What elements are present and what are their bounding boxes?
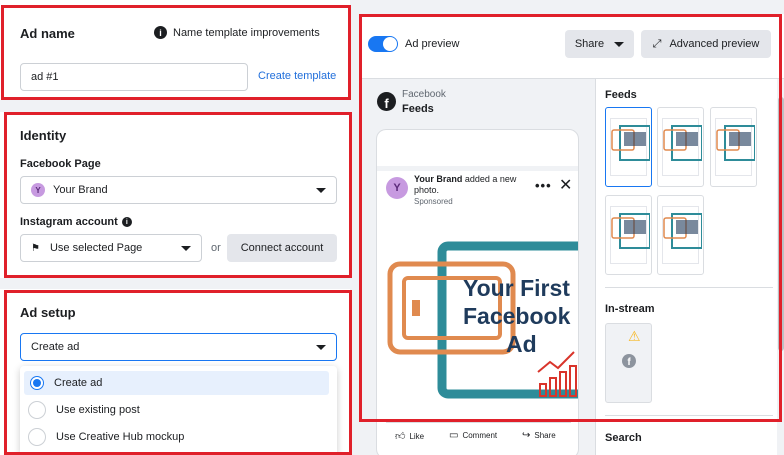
comment-icon: ▭ (449, 430, 459, 441)
comment-button[interactable]: ▭ Comment (449, 430, 497, 441)
expand-icon: ⤢ (652, 37, 662, 50)
placement-name: Feeds (402, 103, 434, 115)
placement-thumb-feeds-4[interactable] (605, 195, 652, 275)
chevron-down-icon (614, 41, 625, 47)
identity-title: Identity (20, 128, 67, 143)
chevron-down-icon (316, 344, 326, 350)
facebook-page-select[interactable]: Y Your Brand (20, 176, 337, 204)
warning-icon: ⚠ (628, 328, 641, 344)
facebook-logo-icon: f (377, 92, 396, 111)
chevron-down-icon (316, 187, 326, 193)
search-section-title: Search (605, 432, 642, 444)
brand-avatar: Y (31, 183, 45, 197)
scrollbar[interactable] (777, 79, 784, 455)
chart-icon (537, 351, 577, 397)
dropdown-option-use-existing-post[interactable]: Use existing post (24, 398, 329, 422)
share-action-label: Share (534, 431, 556, 440)
radio-icon (28, 401, 46, 419)
facebook-page-value: Your Brand (53, 184, 108, 196)
ad-setup-selected-value: Create ad (31, 341, 80, 353)
ad-preview-toggle[interactable]: Ad preview (368, 36, 459, 52)
share-post-button[interactable]: ↪ Share (522, 430, 556, 441)
ad-setup-select[interactable]: Create ad (20, 333, 337, 361)
preview-panel: Ad preview Share ⤢ Advanced preview f Fa… (359, 14, 784, 455)
advanced-preview-label: Advanced preview (669, 38, 760, 50)
dropdown-option-creative-hub-mockup[interactable]: Use Creative Hub mockup (24, 425, 329, 449)
toggle-switch[interactable] (368, 36, 398, 52)
facebook-feed-preview-column: f Facebook Feeds Y Your Brand added a ne… (359, 79, 595, 455)
placement-thumb-feeds-1[interactable] (605, 107, 652, 187)
feeds-section-title: Feeds (605, 89, 637, 101)
share-arrow-icon: ↪ (522, 430, 531, 441)
sponsored-label: Sponsored (414, 197, 453, 206)
comment-label: Comment (462, 431, 498, 440)
instagram-account-label-row: Instagram account i (20, 216, 132, 228)
flag-icon: ⚑ (31, 242, 40, 254)
option-label: Use existing post (56, 404, 140, 416)
ad-creative-image: Your First Facebook Ad (382, 212, 578, 412)
connect-account-button[interactable]: Connect account (227, 234, 337, 262)
radio-icon (28, 428, 46, 446)
ad-name-input[interactable]: ad #1 (20, 63, 248, 91)
option-label: Create ad (54, 377, 103, 389)
chevron-down-icon (181, 245, 191, 251)
ad-setup-panel: Ad setup Create ad Create ad Use existin… (0, 289, 350, 455)
ad-setup-dropdown-menu: Create ad Use existing post Use Creative… (20, 366, 337, 455)
placement-thumb-feeds-3[interactable] (710, 107, 757, 187)
or-text: or (211, 242, 221, 254)
placement-thumb-feeds-5[interactable] (657, 195, 704, 275)
post-avatar: Y (386, 177, 408, 199)
placements-column: Feeds In-stream ⚠ f Search (595, 79, 784, 455)
post-brand: Your Brand (414, 174, 463, 184)
identity-panel: Identity Facebook Page Y Your Brand Inst… (0, 112, 350, 278)
instagram-account-label: Instagram account (20, 216, 118, 228)
more-options-icon[interactable]: ••• (535, 178, 552, 193)
share-label: Share (574, 38, 605, 50)
facebook-page-label: Facebook Page (20, 158, 101, 170)
close-icon[interactable]: ✕ (559, 175, 572, 195)
radio-checked-icon (30, 376, 44, 390)
creative-text-line2: Facebook (463, 303, 571, 329)
preview-area: f Facebook Feeds Y Your Brand added a ne… (359, 78, 784, 455)
platform-name: Facebook (402, 89, 446, 100)
ad-preview-label: Ad preview (405, 38, 460, 50)
instagram-account-value: Use selected Page (49, 242, 143, 254)
post-header-text: Your Brand added a new photo. (414, 174, 534, 196)
info-icon: i (154, 26, 167, 39)
placement-thumb-feeds-2[interactable] (657, 107, 704, 187)
instream-section-title: In-stream (605, 303, 655, 315)
placement-thumb-instream[interactable]: ⚠ f (605, 323, 652, 403)
option-label: Use Creative Hub mockup (56, 431, 185, 443)
like-label: Like (409, 431, 425, 441)
creative-text-line1: Your First (463, 275, 570, 301)
facebook-icon: f (622, 354, 636, 368)
name-template-improvements-text: Name template improvements (173, 26, 320, 39)
name-template-info[interactable]: i Name template improvements (154, 26, 320, 39)
ad-setup-title: Ad setup (20, 305, 76, 320)
instagram-account-select[interactable]: ⚑ Use selected Page (20, 234, 202, 262)
ad-name-panel: Ad name i Name template improvements ad … (0, 0, 350, 100)
share-dropdown-button[interactable]: Share (565, 30, 634, 58)
info-icon[interactable]: i (121, 217, 132, 227)
thumbs-up-icon: 👍︎ (395, 431, 406, 442)
dropdown-option-create-ad[interactable]: Create ad (24, 371, 329, 395)
advanced-preview-button[interactable]: ⤢ Advanced preview (641, 30, 771, 58)
ad-name-title: Ad name (20, 26, 75, 41)
create-template-link[interactable]: Create template (258, 70, 336, 82)
creative-text-line3: Ad (506, 331, 537, 357)
like-button[interactable]: 👍︎ Like (395, 430, 424, 442)
phone-mockup: Y Your Brand added a new photo. Sponsore… (376, 129, 579, 455)
ad-name-value: ad #1 (31, 71, 59, 83)
